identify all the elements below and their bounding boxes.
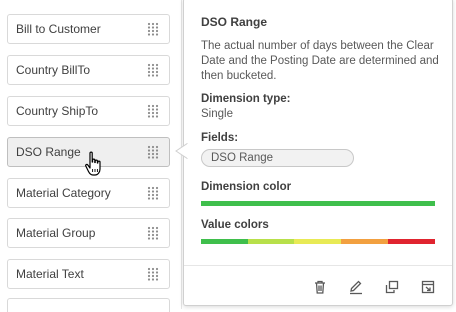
dimension-list: Bill to Customer Country BillTo Country … [0, 0, 181, 312]
dimension-label: Bill to Customer [16, 22, 101, 36]
duplicate-icon[interactable] [384, 279, 400, 295]
value-colors-label: Value colors [201, 219, 269, 231]
dimension-details-popover: DSO Range The actual number of days betw… [183, 0, 453, 306]
field-chip: DSO Range [201, 149, 354, 167]
dimension-label: DSO Range [16, 145, 81, 159]
dimension-color-swatch [201, 201, 435, 206]
value-color-swatch [388, 239, 435, 244]
dimension-label: Material Category [16, 186, 111, 200]
dimension-label: Material Text [16, 267, 84, 281]
drag-handle-icon[interactable] [147, 22, 159, 36]
drag-handle-icon[interactable] [147, 226, 159, 240]
drag-handle-icon[interactable] [147, 104, 159, 118]
dimension-item-country-billto[interactable]: Country BillTo [7, 55, 170, 85]
dimension-item-partial[interactable] [7, 298, 170, 312]
dimension-label: Material Group [16, 226, 96, 240]
drag-handle-icon[interactable] [147, 267, 159, 281]
popover-footer-divider [184, 265, 452, 266]
open-in-new-icon[interactable] [420, 279, 436, 295]
drag-handle-icon[interactable] [147, 63, 159, 77]
value-color-swatch [341, 239, 388, 244]
fields-label: Fields: [201, 132, 239, 144]
dimension-color-label: Dimension color [201, 181, 292, 193]
popover-title: DSO Range [201, 15, 268, 29]
drag-handle-icon[interactable] [147, 145, 159, 159]
dimension-type-label: Dimension type: [201, 93, 291, 105]
value-color-swatch [248, 239, 294, 244]
dimension-label: Country ShipTo [16, 104, 99, 118]
dimension-item-material-group[interactable]: Material Group [7, 218, 170, 248]
drag-handle-icon[interactable] [147, 186, 159, 200]
value-color-swatch [201, 239, 248, 244]
dimension-label: Country BillTo [16, 63, 91, 77]
popover-arrow [175, 143, 188, 159]
dimension-item-material-category[interactable]: Material Category [7, 178, 170, 208]
value-color-swatch [294, 239, 341, 244]
hand-pointer-cursor-icon [85, 151, 101, 176]
trash-icon[interactable] [312, 279, 328, 295]
dimension-item-bill-to-customer[interactable]: Bill to Customer [7, 14, 170, 44]
popover-description: The actual number of days between the Cl… [201, 40, 439, 82]
dimension-type-value: Single [201, 108, 233, 120]
dimension-item-country-shipto[interactable]: Country ShipTo [7, 96, 170, 126]
value-colors-bar [201, 239, 435, 244]
edit-icon[interactable] [348, 279, 364, 295]
dimension-item-material-text[interactable]: Material Text [7, 259, 170, 289]
